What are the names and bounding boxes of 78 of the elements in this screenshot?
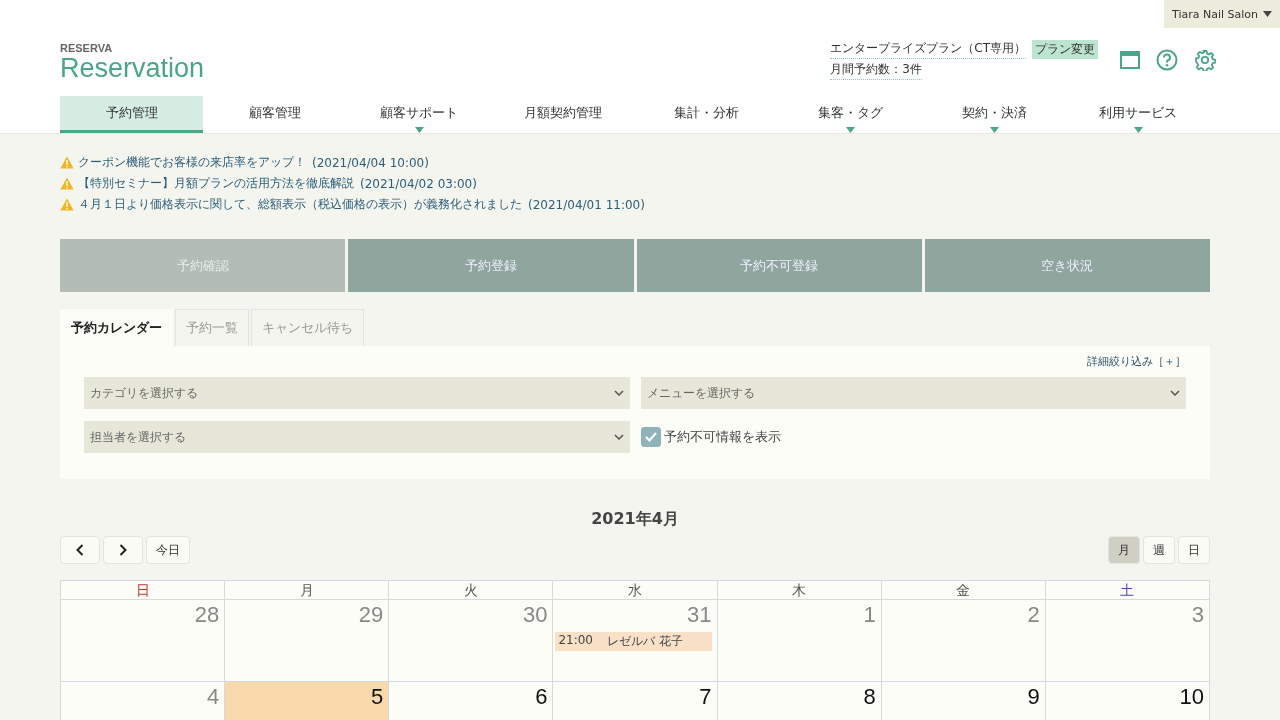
chevron-down-icon (613, 434, 624, 440)
next-button[interactable] (103, 536, 143, 564)
warning-icon (60, 198, 74, 211)
day-number: 2 (1026, 602, 1040, 628)
weekday-label: 火 (463, 582, 478, 598)
day-number: 3 (1190, 602, 1204, 628)
day-number: 7 (698, 684, 712, 710)
day-number: 5 (370, 684, 384, 710)
window-icon[interactable] (1120, 51, 1140, 69)
day-cell[interactable]: 6 (389, 682, 554, 720)
nav-tab[interactable]: 利用サービス (1066, 96, 1210, 133)
day-cell[interactable]: 9 (881, 682, 1046, 720)
nav-tab[interactable]: 顧客管理 (203, 96, 347, 133)
notice-date: (2021/04/02 03:00) (360, 176, 477, 191)
chevron-down-icon (1170, 390, 1180, 396)
day-cell[interactable]: 10 (1045, 682, 1210, 720)
day-cell[interactable]: 5 (225, 682, 390, 720)
notice-link[interactable]: 【特別セミナー】月額プランの活用方法を徹底解説 (78, 175, 354, 192)
day-number: 4 (205, 684, 220, 710)
logo-brand: RESERVA (60, 43, 114, 54)
notice-link[interactable]: ４月１日より価格表示に関して、総額表示（税込価格の表示）が義務化されました (78, 196, 522, 213)
view-tab[interactable]: 予約カレンダー (60, 309, 173, 346)
logo-product: Reservation (60, 55, 205, 82)
previous-button[interactable] (60, 536, 100, 564)
notice-date: (2021/04/04 10:00) (312, 155, 429, 170)
day-number: 8 (862, 684, 876, 710)
day-number: 29 (357, 602, 384, 628)
plan-change-button[interactable]: プラン変更 (1032, 40, 1098, 59)
notice-link[interactable]: クーポン機能でお客様の来店率をアップ！ (78, 154, 306, 171)
weekday-label: 月 (299, 582, 314, 598)
day-cell[interactable]: 1 (717, 600, 882, 682)
caret-icon (1263, 11, 1272, 17)
account-menu[interactable]: Tiara Nail Salon (1164, 0, 1280, 28)
day-cell[interactable]: 3 (1045, 600, 1210, 682)
select-field[interactable]: カテゴリを選択する (84, 377, 630, 409)
view-button[interactable]: 日 (1178, 536, 1210, 564)
day-number: 10 (1178, 684, 1204, 710)
notice-date: (2021/04/01 11:00) (528, 197, 645, 212)
nav-tab[interactable]: 月額契約管理 (490, 96, 635, 133)
checkbox-label: 予約不可情報を表示 (663, 428, 781, 446)
chevron-left-icon (76, 544, 84, 556)
chevron-down-icon (613, 390, 624, 396)
weekday-label: 水 (628, 582, 642, 598)
day-number: 6 (534, 684, 548, 710)
chevron-right-icon (119, 544, 127, 556)
day-number: 30 (521, 602, 548, 628)
day-number: 31 (686, 602, 712, 628)
weekday-label: 土 (1120, 582, 1135, 598)
day-cell[interactable]: 8 (717, 682, 882, 720)
nav-tab[interactable]: 予約管理 (60, 96, 203, 133)
weekday-label: 木 (792, 582, 807, 598)
weekday-label: 金 (956, 582, 971, 598)
select-field[interactable]: メニューを選択する (640, 377, 1186, 409)
day-cell[interactable]: 7 (553, 682, 718, 720)
nav-tab[interactable]: 集客・タグ (778, 96, 923, 133)
nav-tab[interactable]: 集計・分析 (634, 96, 779, 133)
checkmark-icon (643, 431, 658, 443)
nav-tab[interactable]: 契約・決済 (922, 96, 1067, 133)
day-number: 1 (862, 602, 876, 628)
day-cell[interactable]: 31 21:00 レゼルバ 花子 (553, 600, 718, 682)
view-button[interactable]: 週 (1143, 536, 1175, 564)
warning-icon (60, 177, 74, 190)
day-number: 28 (193, 602, 220, 628)
plan-name: エンタープライズプラン（CT専用） (830, 40, 1026, 59)
select-field[interactable]: 担当者を選択する (84, 421, 630, 453)
warning-icon (60, 156, 74, 169)
weekday-label: 日 (135, 582, 150, 598)
advanced-filter-link[interactable]: 詳細絞り込み［＋］ (1087, 354, 1186, 369)
reservation-event[interactable]: 21:00 レゼルバ 花子 (555, 632, 712, 651)
today-button[interactable]: 今日 (146, 536, 190, 564)
checkbox[interactable] (640, 427, 661, 447)
day-number: 9 (1026, 684, 1040, 710)
help-icon[interactable] (1156, 49, 1178, 71)
view-button[interactable]: 月 (1108, 536, 1140, 564)
settings-icon[interactable] (1194, 49, 1216, 71)
nav-tab[interactable]: 顧客サポート (346, 96, 491, 133)
calendar-title: 2021年4月 (590, 509, 680, 530)
monthly-count: 月間予約数：3件 (830, 61, 922, 80)
